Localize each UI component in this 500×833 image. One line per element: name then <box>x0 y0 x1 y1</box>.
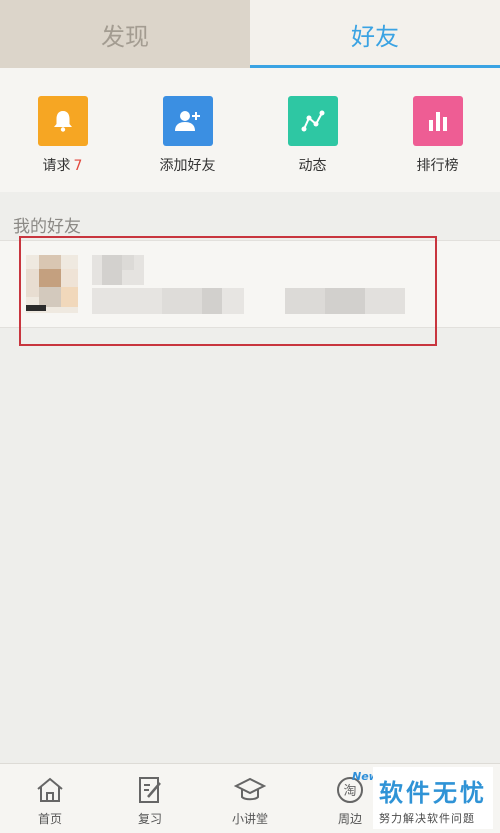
nav-lecture-label: 小讲堂 <box>231 812 268 826</box>
leaderboard-label: 排行榜 <box>416 158 459 174</box>
tao-icon-text: 淘 <box>343 784 356 799</box>
nav-lecture[interactable]: 小讲堂 <box>200 764 300 833</box>
bell-icon <box>37 96 88 146</box>
requests-button[interactable]: 请求 7 <box>0 68 125 192</box>
avatar <box>26 255 78 313</box>
trend-icon <box>287 96 338 146</box>
home-icon <box>34 774 66 806</box>
watermark-logo: 软件无忧 努力解决软件问题 <box>373 767 493 829</box>
notebook-icon <box>134 774 166 806</box>
my-friends-heading: 我的好友 <box>13 217 81 237</box>
top-tab-bar: 发现 好友 <box>0 0 500 68</box>
nav-nearby-label: 周边 <box>337 812 362 826</box>
add-friend-label: 添加好友 <box>159 158 216 174</box>
friend-name-redacted <box>92 255 144 285</box>
activity-label: 动态 <box>298 158 327 174</box>
leaderboard-button[interactable]: 排行榜 <box>375 68 500 192</box>
add-user-icon <box>162 96 213 146</box>
tab-discover[interactable]: 发现 <box>0 0 250 68</box>
nav-review-label: 复习 <box>137 812 162 826</box>
friend-info-redacted <box>92 288 406 314</box>
bar-chart-icon <box>412 96 463 146</box>
feature-shortcuts: 请求 7 添加好友 动态 排行榜 <box>0 68 500 192</box>
watermark-title: 软件无忧 <box>379 779 487 807</box>
watermark-subtitle: 努力解决软件问题 <box>379 812 475 825</box>
nav-review[interactable]: 复习 <box>100 764 200 833</box>
activity-button[interactable]: 动态 <box>250 68 375 192</box>
tab-friends[interactable]: 好友 <box>250 0 500 68</box>
add-friend-button[interactable]: 添加好友 <box>125 68 250 192</box>
graduation-cap-icon <box>234 774 266 806</box>
nav-home[interactable]: 首页 <box>0 764 100 833</box>
friend-list-item[interactable] <box>0 240 500 328</box>
nav-home-label: 首页 <box>37 812 62 826</box>
requests-label: 请求 7 <box>42 158 83 174</box>
request-count-badge: 7 <box>73 158 83 174</box>
